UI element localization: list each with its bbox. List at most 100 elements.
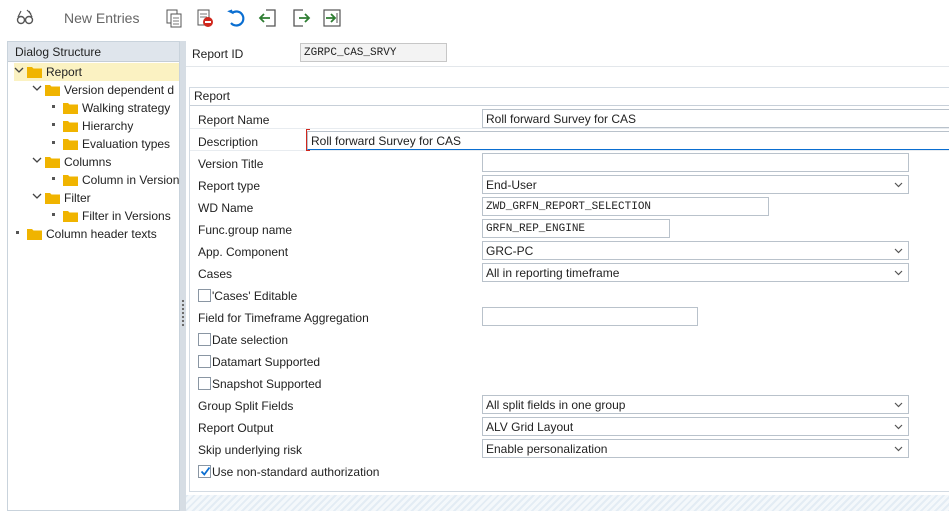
group-split-select[interactable]: All split fields in one group	[482, 395, 909, 414]
cases-editable-checkbox[interactable]	[198, 289, 211, 302]
toolbar: New Entries	[0, 0, 949, 36]
chevron-down-icon	[894, 424, 903, 430]
non-std-auth-label: Use non-standard authorization	[212, 465, 380, 479]
cases-label: Cases	[198, 267, 233, 281]
description-input[interactable]: Roll forward Survey for CAS	[307, 131, 949, 150]
tree-node-column-in-versions[interactable]: Column in Versions	[50, 171, 180, 189]
dialog-structure-panel: Dialog Structure Report Version dependent…	[7, 41, 180, 511]
tree-node-walking-strategy[interactable]: Walking strategy	[50, 99, 179, 117]
tree-bullet-icon	[52, 123, 55, 126]
copy-icon[interactable]	[163, 7, 185, 29]
folder-icon	[45, 193, 60, 204]
tree-node-label: Filter	[64, 191, 91, 205]
description-label: Description	[198, 135, 259, 149]
chevron-down-icon[interactable]	[14, 65, 24, 75]
folder-icon	[27, 229, 42, 240]
func-group-label: Func.group name	[198, 223, 293, 237]
group-split-label: Group Split Fields	[198, 399, 294, 413]
chevron-down-icon	[894, 182, 903, 188]
tree-node-label: Column header texts	[46, 227, 157, 241]
snapshot-checkbox[interactable]	[198, 377, 211, 390]
row-separator	[190, 150, 949, 151]
tree-node-label: Version dependent d	[64, 83, 175, 97]
folder-icon	[63, 211, 78, 222]
tree-node-label: Column in Versions	[82, 173, 180, 187]
chevron-down-icon[interactable]	[32, 155, 42, 165]
cases-value: All in reporting timeframe	[486, 266, 620, 280]
tree-node-label: Hierarchy	[82, 119, 134, 133]
wd-name-input[interactable]: ZWD_GRFN_REPORT_SELECTION	[482, 197, 769, 216]
chevron-down-icon	[894, 248, 903, 254]
glasses-change-icon[interactable]	[14, 7, 36, 29]
folder-icon	[27, 67, 42, 78]
chevron-down-icon[interactable]	[32, 191, 42, 201]
snapshot-label: Snapshot Supported	[212, 377, 322, 391]
tree-node-report[interactable]: Report	[14, 63, 179, 81]
report-type-value: End-User	[486, 178, 537, 192]
cases-select[interactable]: All in reporting timeframe	[482, 263, 909, 282]
chevron-down-icon[interactable]	[32, 83, 42, 93]
delete-icon[interactable]	[194, 7, 216, 29]
description-value: Roll forward Survey for CAS	[311, 134, 462, 148]
tree-node-version-dependent-d[interactable]: Version dependent d	[32, 81, 179, 99]
undo-icon[interactable]	[225, 7, 247, 29]
previous-entry-icon[interactable]	[257, 7, 279, 29]
skip-risk-select[interactable]: Enable personalization	[482, 439, 909, 458]
tree-bullet-icon	[16, 231, 19, 234]
chevron-down-icon	[894, 270, 903, 276]
tree-node-evaluation-types[interactable]: Evaluation types	[50, 135, 179, 153]
folder-icon	[63, 121, 78, 132]
chevron-down-icon	[894, 446, 903, 452]
detail-panel: Report ID ZGRPC_CAS_SRVY Report Report N…	[186, 36, 949, 511]
select-all-icon[interactable]	[321, 7, 343, 29]
report-output-select[interactable]: ALV Grid Layout	[482, 417, 909, 436]
new-entries-button[interactable]: New Entries	[64, 10, 139, 26]
group-title-divider	[190, 105, 949, 106]
group-split-value: All split fields in one group	[486, 398, 626, 412]
panel-footer	[186, 495, 949, 511]
splitter-grip-icon[interactable]	[181, 299, 185, 327]
next-entry-icon[interactable]	[290, 7, 312, 29]
report-group-title: Report	[194, 89, 231, 103]
report-type-label: Report type	[198, 179, 261, 193]
tree-node-filter-in-versions[interactable]: Filter in Versions	[50, 207, 179, 225]
report-output-label: Report Output	[198, 421, 274, 435]
folder-icon	[45, 85, 60, 96]
folder-icon	[45, 157, 60, 168]
tree-bullet-icon	[52, 105, 55, 108]
version-title-label: Version Title	[198, 157, 264, 171]
tree-node-hierarchy[interactable]: Hierarchy	[50, 117, 179, 135]
checkmark-icon	[200, 466, 211, 476]
app-component-label: App. Component	[198, 245, 289, 259]
folder-icon	[63, 175, 78, 186]
divider	[186, 66, 949, 67]
tree-bullet-icon	[52, 141, 55, 144]
tree-node-label: Report	[46, 65, 83, 79]
tree-node-filter[interactable]: Filter	[32, 189, 179, 207]
tree-node-label: Columns	[64, 155, 112, 169]
timeframe-field-label: Field for Timeframe Aggregation	[198, 311, 369, 325]
app-component-select[interactable]: GRC-PC	[482, 241, 909, 260]
tree-node-columns[interactable]: Columns	[32, 153, 179, 171]
tree-node-column-header-texts[interactable]: Column header texts	[14, 225, 179, 243]
tree-node-label: Evaluation types	[82, 137, 171, 151]
timeframe-field-input[interactable]	[482, 307, 698, 326]
non-std-auth-checkbox[interactable]	[198, 465, 211, 478]
datamart-label: Datamart Supported	[212, 355, 321, 369]
tree-node-label: Filter in Versions	[82, 209, 171, 223]
folder-icon	[63, 139, 78, 150]
date-selection-label: Date selection	[212, 333, 289, 347]
row-separator	[190, 128, 949, 129]
version-title-input[interactable]	[482, 153, 909, 172]
date-selection-checkbox[interactable]	[198, 333, 211, 346]
report-name-input[interactable]: Roll forward Survey for CAS	[482, 109, 949, 128]
cases-editable-label: 'Cases' Editable	[212, 289, 298, 303]
text-cursor-marker	[306, 129, 310, 151]
func-group-input[interactable]: GRFN_REP_ENGINE	[482, 219, 670, 238]
tree-node-label: Walking strategy	[82, 101, 171, 115]
report-output-value: ALV Grid Layout	[486, 420, 574, 434]
dialog-structure-header: Dialog Structure	[8, 42, 179, 62]
datamart-checkbox[interactable]	[198, 355, 211, 368]
report-type-select[interactable]: End-User	[482, 175, 909, 194]
report-id-label: Report ID	[192, 47, 244, 61]
